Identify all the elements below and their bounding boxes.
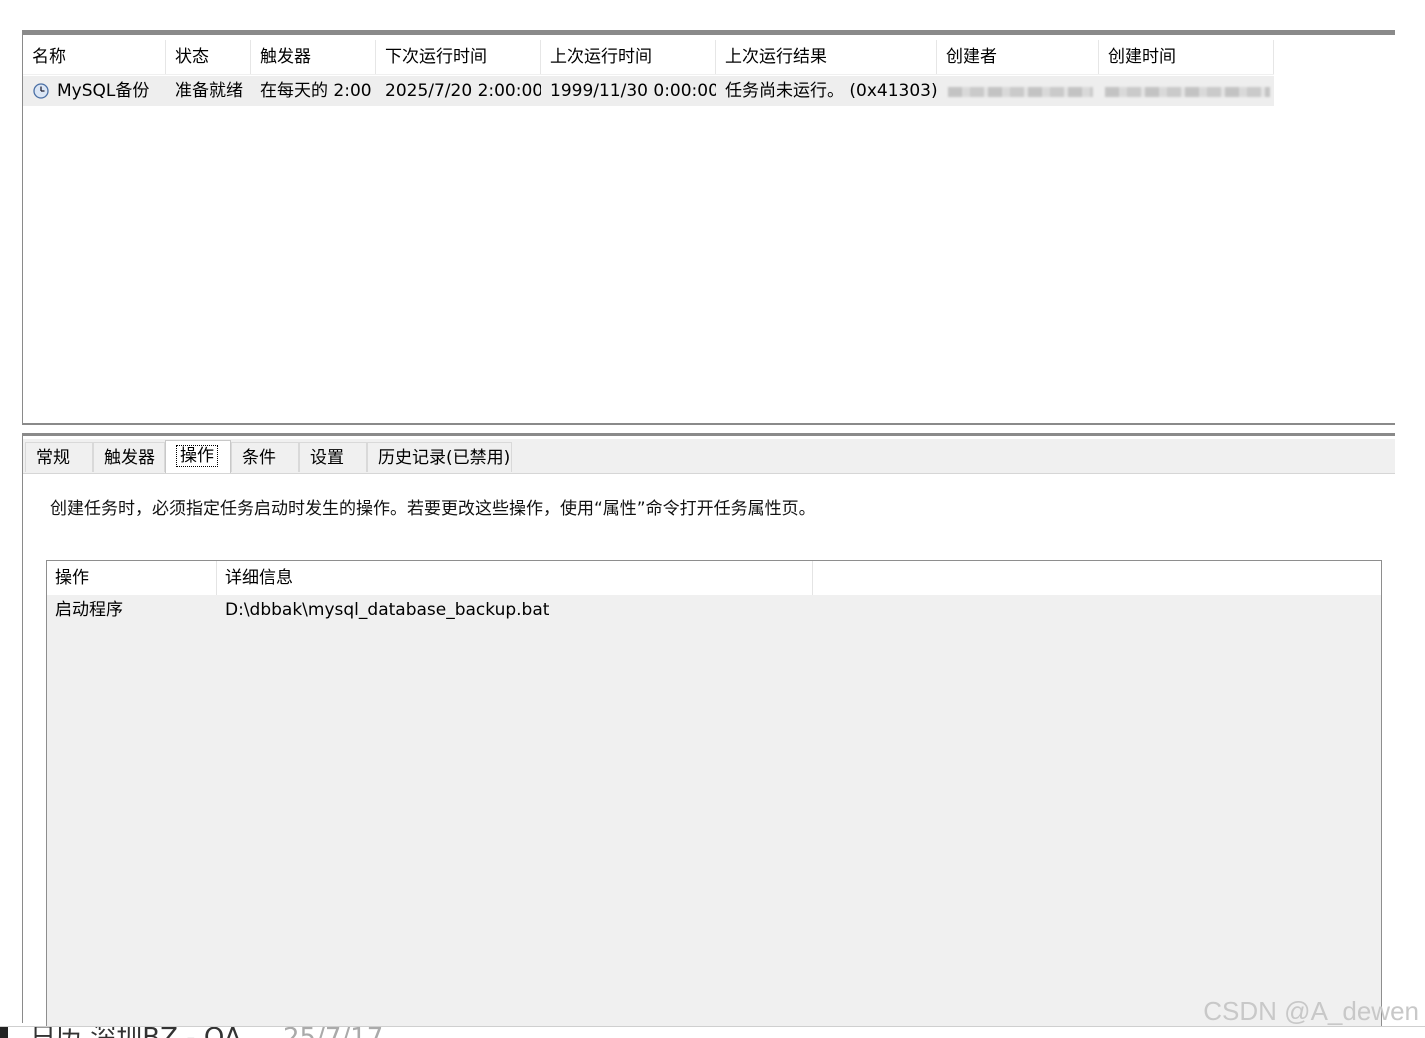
- column-header-author[interactable]: 创建者: [937, 40, 1099, 74]
- actions-table-header: 操作 详细信息: [47, 561, 1381, 595]
- column-header-created[interactable]: 创建时间: [1099, 40, 1274, 74]
- tab-settings-label: 设置: [310, 448, 344, 468]
- column-header-trigger[interactable]: 触发器: [251, 40, 376, 74]
- column-header-last-run[interactable]: 上次运行时间: [541, 40, 716, 74]
- task-trigger: 在每天的 2:00: [260, 81, 372, 101]
- tab-history-label: 历史记录(已禁用): [378, 448, 511, 468]
- tab-general[interactable]: 常规: [25, 442, 93, 472]
- tab-actions-label: 操作: [176, 445, 218, 467]
- column-header-name[interactable]: 名称: [23, 40, 166, 74]
- task-last-run: 1999/11/30 0:00:00: [550, 81, 716, 101]
- tab-triggers[interactable]: 触发器: [93, 442, 165, 472]
- column-header-status[interactable]: 状态: [166, 40, 251, 74]
- tab-history[interactable]: 历史记录(已禁用): [367, 442, 512, 472]
- detail-tabstrip: 常规 触发器 操作 条件 设置 历史记录(已禁用): [23, 439, 1395, 474]
- actions-description: 创建任务时，必须指定任务启动时发生的操作。若要更改这些操作，使用“属性”命令打开…: [50, 499, 816, 519]
- actions-table: 操作 详细信息 启动程序 D:\dbbak\mysql_database_bac…: [46, 560, 1382, 1030]
- column-header-details[interactable]: 详细信息: [217, 561, 813, 595]
- taskbar-text: 日历 深圳BZ - OA: [30, 1027, 242, 1038]
- tab-triggers-label: 触发器: [104, 448, 155, 468]
- column-header-last-result[interactable]: 上次运行结果: [716, 40, 937, 74]
- tab-conditions-label: 条件: [242, 448, 276, 468]
- tab-actions[interactable]: 操作: [165, 440, 231, 473]
- clock-icon: [33, 83, 49, 99]
- taskbar-strip: 日历 深圳BZ - OA 25/7/17: [0, 1026, 1425, 1038]
- task-next-run: 2025/7/20 2:00:00: [385, 81, 541, 101]
- task-status: 准备就绪: [175, 81, 243, 101]
- action-type: 启动程序: [55, 600, 123, 620]
- task-detail-pane: 常规 触发器 操作 条件 设置 历史记录(已禁用) 创建任务时，必须指定任务启动…: [22, 433, 1395, 1030]
- tab-settings[interactable]: 设置: [299, 442, 367, 472]
- task-list-header: 名称 状态 触发器 下次运行时间 上次运行时间 上次运行结果 创建者 创建时间: [23, 40, 1274, 75]
- tab-general-label: 常规: [36, 448, 70, 468]
- task-last-result: 任务尚未运行。 (0x41303): [725, 81, 937, 101]
- taskbar-date: 25/7/17: [283, 1027, 383, 1038]
- column-header-action[interactable]: 操作: [47, 561, 217, 595]
- column-header-next-run[interactable]: 下次运行时间: [376, 40, 541, 74]
- redacted-author: [948, 87, 1093, 97]
- action-details: D:\dbbak\mysql_database_backup.bat: [225, 600, 550, 620]
- redacted-created-time: [1105, 87, 1270, 97]
- taskbar-marker: [0, 1027, 8, 1038]
- tab-conditions[interactable]: 条件: [231, 442, 299, 472]
- watermark: CSDN @A_dewen: [1203, 996, 1419, 1026]
- task-name: MySQL备份: [57, 81, 150, 101]
- task-row[interactable]: MySQL备份 准备就绪 在每天的 2:00 2025/7/20 2:00:00…: [23, 76, 1274, 106]
- task-list-pane: 名称 状态 触发器 下次运行时间 上次运行时间 上次运行结果 创建者 创建时间 …: [22, 30, 1395, 425]
